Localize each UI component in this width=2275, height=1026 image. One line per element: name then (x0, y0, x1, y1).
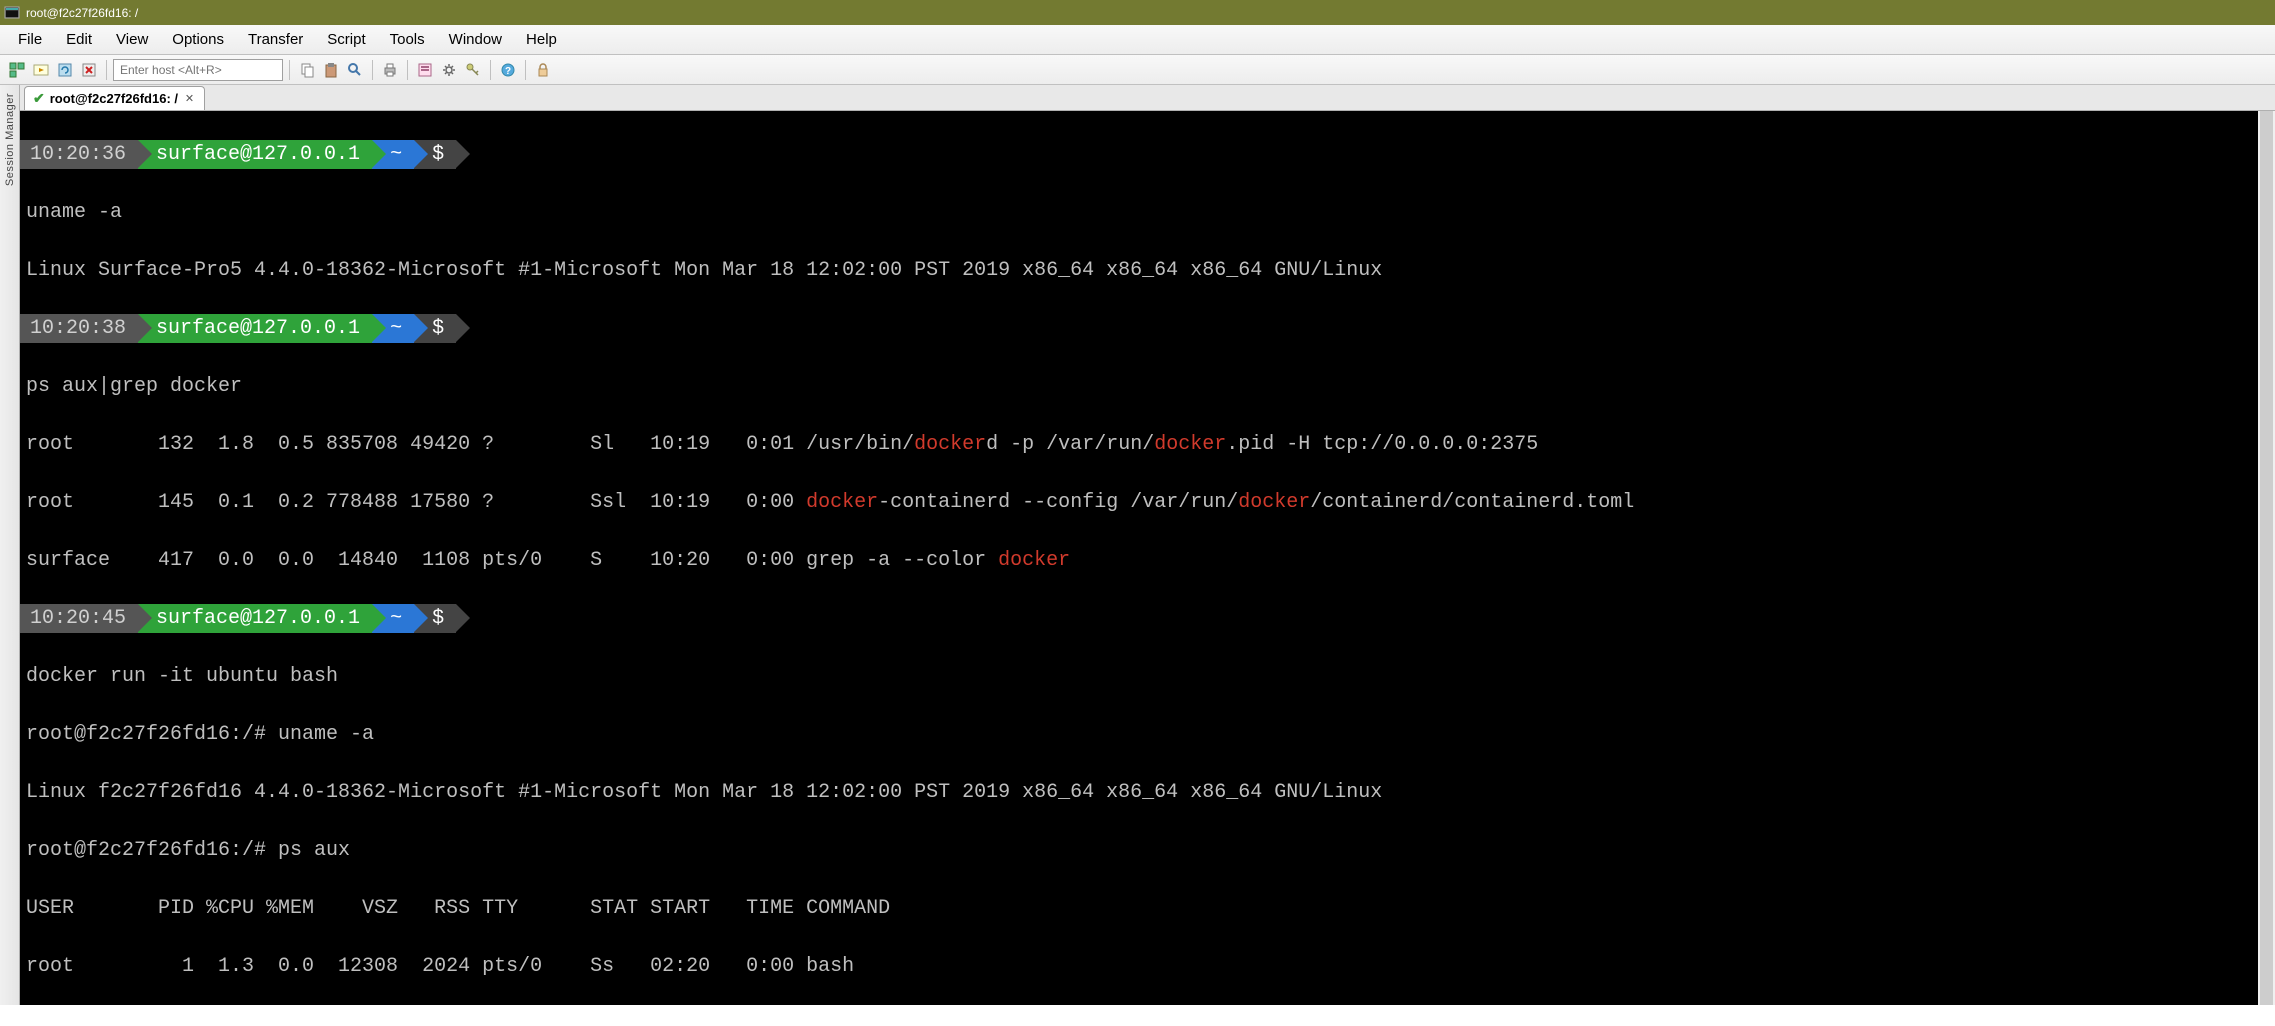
menu-window[interactable]: Window (437, 27, 514, 52)
separator (289, 60, 290, 80)
prompt-line: 10:20:38surface@127.0.0.1~$ (20, 314, 2275, 343)
separator (407, 60, 408, 80)
toolbar: ? (0, 55, 2275, 85)
settings-icon[interactable] (438, 59, 460, 81)
menu-script[interactable]: Script (315, 27, 377, 52)
reconnect-icon[interactable] (54, 59, 76, 81)
prompt-time: 10:20:36 (20, 140, 138, 169)
terminal-output: surface 417 0.0 0.0 14840 1108 pts/0 S 1… (20, 546, 2275, 575)
grep-highlight: docker (914, 433, 986, 456)
terminal-output: Linux f2c27f26fd16 4.4.0-18362-Microsoft… (20, 778, 2275, 807)
separator (372, 60, 373, 80)
sidebar-label: Session Manager (4, 93, 16, 186)
lock-icon[interactable] (532, 59, 554, 81)
terminal[interactable]: 10:20:36surface@127.0.0.1~$ uname -a Lin… (20, 111, 2275, 1005)
scrollbar-thumb[interactable] (2260, 111, 2273, 1005)
terminal-command: docker run -it ubuntu bash (20, 662, 2275, 691)
prompt-line: 10:20:36surface@127.0.0.1~$ (20, 140, 2275, 169)
session-manager-sidebar[interactable]: Session Manager (0, 85, 20, 1005)
grep-highlight: docker (806, 491, 878, 514)
scrollbar[interactable] (2258, 111, 2275, 1005)
terminal-command: uname -a (20, 198, 2275, 227)
terminal-prompt: root@f2c27f26fd16:/# uname -a (20, 720, 2275, 749)
grep-highlight: docker (1154, 433, 1226, 456)
key-icon[interactable] (462, 59, 484, 81)
terminal-command: ps aux|grep docker (20, 372, 2275, 401)
prompt-user: surface@127.0.0.1 (138, 604, 372, 633)
separator (490, 60, 491, 80)
disconnect-icon[interactable] (78, 59, 100, 81)
separator (525, 60, 526, 80)
copy-icon[interactable] (296, 59, 318, 81)
prompt-line: 10:20:45surface@127.0.0.1~$ (20, 604, 2275, 633)
window-titlebar: root@f2c27f26fd16: / (0, 0, 2275, 25)
session-manager-icon[interactable] (6, 59, 28, 81)
prompt-time: 10:20:38 (20, 314, 138, 343)
session-tab[interactable]: ✔ root@f2c27f26fd16: / ✕ (24, 86, 205, 110)
tab-close-button[interactable]: ✕ (183, 92, 196, 105)
terminal-output: Linux Surface-Pro5 4.4.0-18362-Microsoft… (20, 256, 2275, 285)
svg-text:?: ? (505, 66, 511, 77)
paste-icon[interactable] (320, 59, 342, 81)
menu-help[interactable]: Help (514, 27, 569, 52)
tab-title: root@f2c27f26fd16: / (50, 91, 178, 106)
menu-tools[interactable]: Tools (378, 27, 437, 52)
menu-bar: File Edit View Options Transfer Script T… (0, 25, 2275, 55)
terminal-output: USER PID %CPU %MEM VSZ RSS TTY STAT STAR… (20, 894, 2275, 923)
help-icon[interactable]: ? (497, 59, 519, 81)
menu-transfer[interactable]: Transfer (236, 27, 315, 52)
menu-file[interactable]: File (6, 27, 54, 52)
connected-icon: ✔ (33, 90, 45, 107)
separator (106, 60, 107, 80)
find-icon[interactable] (344, 59, 366, 81)
host-input[interactable] (113, 59, 283, 81)
menu-view[interactable]: View (104, 27, 160, 52)
terminal-output: root 132 1.8 0.5 835708 49420 ? Sl 10:19… (20, 430, 2275, 459)
print-icon[interactable] (379, 59, 401, 81)
terminal-output: root 145 0.1 0.2 778488 17580 ? Ssl 10:1… (20, 488, 2275, 517)
menu-options[interactable]: Options (160, 27, 236, 52)
properties-icon[interactable] (414, 59, 436, 81)
prompt-user: surface@127.0.0.1 (138, 140, 372, 169)
terminal-prompt: root@f2c27f26fd16:/# ps aux (20, 836, 2275, 865)
menu-edit[interactable]: Edit (54, 27, 104, 52)
tab-bar: ✔ root@f2c27f26fd16: / ✕ (20, 85, 2275, 111)
terminal-output: root 1 1.3 0.0 12308 2024 pts/0 Ss 02:20… (20, 952, 2275, 981)
window-title: root@f2c27f26fd16: / (26, 6, 138, 20)
prompt-user: surface@127.0.0.1 (138, 314, 372, 343)
prompt-time: 10:20:45 (20, 604, 138, 633)
grep-highlight: docker (1238, 491, 1310, 514)
grep-highlight: docker (998, 549, 1070, 572)
quick-connect-icon[interactable] (30, 59, 52, 81)
app-icon (4, 5, 20, 21)
